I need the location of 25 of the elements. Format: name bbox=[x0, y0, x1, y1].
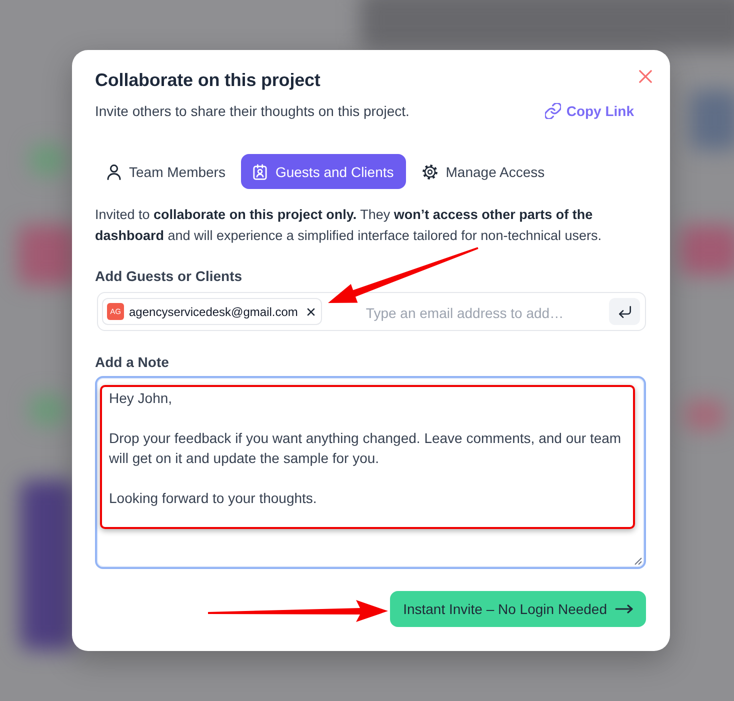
enter-button[interactable] bbox=[609, 298, 640, 325]
remove-button[interactable] bbox=[306, 308, 315, 316]
email-input[interactable]: Type an email address to add… bbox=[366, 304, 609, 322]
field-label: Add Guests or Clients bbox=[95, 267, 244, 286]
close-icon bbox=[639, 70, 652, 83]
tab[interactable]: Guests and Clients bbox=[241, 154, 406, 189]
link-icon bbox=[545, 103, 562, 119]
description-text: Invited to collaborate on this project only. They won’t access other parts of the dashboard and will experience a simplified interface tailored for non-technical users. bbox=[95, 206, 602, 245]
dialog-title: Collaborate on this project bbox=[95, 69, 320, 92]
note-field[interactable]: Hey John, Drop your feedback if you want anything changed. Leave comments, and our team will get on it and update the sample for you. Looking forward to your thoughts. bbox=[95, 376, 646, 569]
close-button[interactable] bbox=[639, 70, 652, 83]
id-badge-icon bbox=[253, 164, 268, 180]
tab[interactable]: Team Members bbox=[95, 154, 238, 189]
invite-button[interactable]: Instant Invite – No Login Needed bbox=[390, 591, 646, 627]
copy-link[interactable]: Copy Link bbox=[545, 101, 634, 121]
dialog-subtitle: Invite others to share their thoughts on this project. bbox=[95, 102, 410, 121]
gear-icon bbox=[422, 164, 438, 180]
arrow-right-icon bbox=[615, 604, 633, 614]
return-arrow-icon bbox=[618, 306, 630, 318]
email-address: agencyservicedesk@gmail.com bbox=[129, 304, 298, 318]
field-label: Add a Note bbox=[95, 353, 170, 372]
tab[interactable]: Manage Access bbox=[410, 154, 557, 189]
close-icon bbox=[306, 308, 315, 316]
resize-handle-icon bbox=[634, 557, 642, 565]
person-icon bbox=[107, 164, 121, 180]
